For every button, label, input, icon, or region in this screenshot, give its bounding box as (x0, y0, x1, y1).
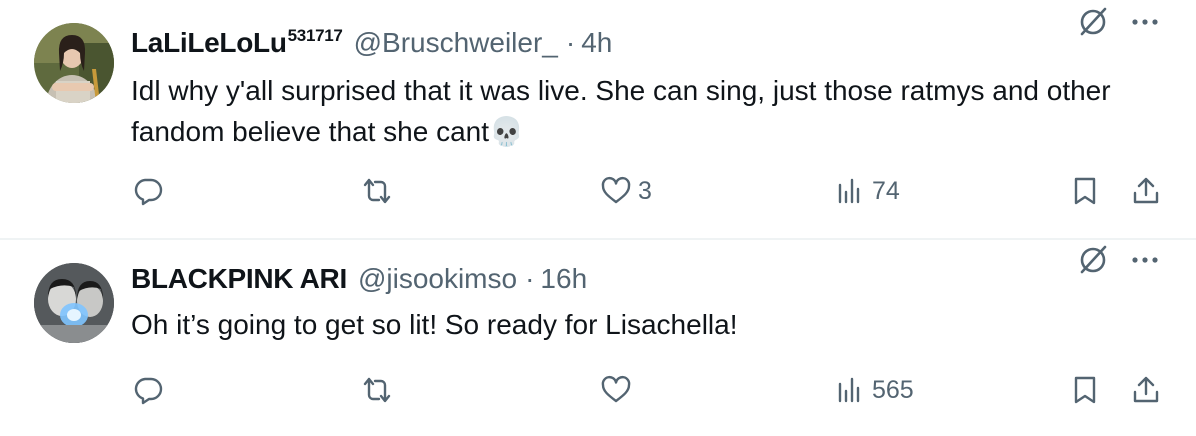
share-icon (1133, 177, 1159, 204)
tweet-feed: LaLiLeLoLu531717 @Bruschweiler_ · 4h Idl… (0, 0, 1196, 436)
heart-icon (601, 375, 631, 403)
share-icon (1133, 376, 1159, 403)
skull-emoji: 💀 (489, 116, 524, 147)
grok-icon[interactable] (1076, 243, 1110, 277)
retweet-button[interactable] (361, 374, 393, 406)
retweet-icon (363, 178, 391, 204)
views-button[interactable]: 74 (834, 175, 900, 207)
reply-button[interactable] (132, 374, 164, 406)
view-count: 565 (872, 375, 914, 404)
name-superscript: 531717 (287, 26, 343, 45)
reply-icon (134, 377, 163, 405)
like-button[interactable] (600, 374, 632, 406)
separator-dot: · (565, 27, 576, 58)
reply-icon (134, 178, 163, 206)
display-name[interactable]: LaLiLeLoLu531717 (131, 26, 343, 59)
tweet-actions: 565 (0, 370, 1196, 414)
retweet-button[interactable] (361, 175, 393, 207)
separator-dot: · (525, 263, 535, 294)
tweet-actions: 3 74 (0, 171, 1196, 215)
heart-icon (601, 176, 631, 204)
bookmark-icon (1074, 376, 1096, 404)
tweet-text: Idl why y'all surprised that it was live… (131, 75, 1111, 147)
tweet-header: LaLiLeLoLu531717 @Bruschweiler_ · 4h (131, 26, 612, 59)
more-icon[interactable] (1128, 243, 1162, 277)
share-button[interactable] (1130, 374, 1162, 406)
reply-button[interactable] (132, 175, 164, 207)
like-count: 3 (638, 176, 652, 205)
display-name[interactable]: BLACKPINK ARI (131, 263, 347, 295)
handle[interactable]: @Bruschweiler_ (354, 27, 558, 59)
tweet-header: BLACKPINK ARI @jisookimso · 16h (131, 263, 587, 295)
more-icon[interactable] (1128, 5, 1162, 39)
tweet[interactable]: LaLiLeLoLu531717 @Bruschweiler_ · 4h Idl… (0, 0, 1196, 238)
tweet-text: Oh it’s going to get so lit! So ready fo… (131, 309, 738, 340)
retweet-icon (363, 377, 391, 403)
avatar[interactable] (34, 23, 114, 103)
grok-icon[interactable] (1076, 5, 1110, 39)
views-button[interactable]: 565 (834, 374, 914, 406)
bookmark-button[interactable] (1069, 374, 1101, 406)
views-chart-icon (838, 178, 860, 204)
timestamp[interactable]: 4h (581, 27, 612, 59)
timestamp[interactable]: 16h (540, 263, 587, 295)
avatar[interactable] (34, 263, 114, 343)
handle[interactable]: @jisookimso (358, 263, 517, 295)
share-button[interactable] (1130, 175, 1162, 207)
bookmark-icon (1074, 177, 1096, 205)
view-count: 74 (872, 176, 900, 205)
tweet[interactable]: BLACKPINK ARI @jisookimso · 16h Oh it’s … (0, 238, 1196, 436)
views-chart-icon (838, 377, 860, 403)
like-button[interactable]: 3 (600, 175, 652, 207)
bookmark-button[interactable] (1069, 175, 1101, 207)
